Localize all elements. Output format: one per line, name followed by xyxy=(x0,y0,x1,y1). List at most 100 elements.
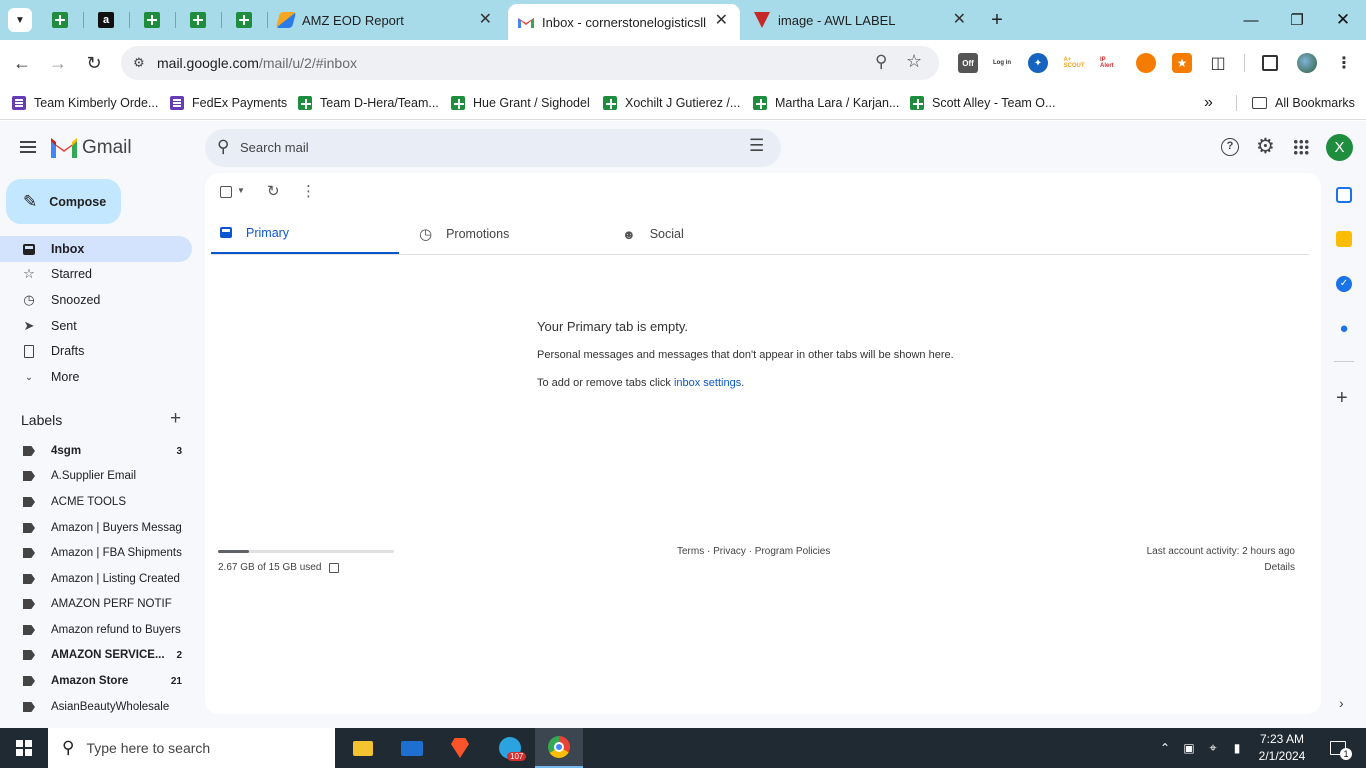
close-icon[interactable]: ✕ xyxy=(953,12,966,28)
browser-tab-amz-eod[interactable]: AMZ EOD Report ✕ xyxy=(275,0,502,40)
extensions-puzzle-icon[interactable]: ◫ xyxy=(1208,53,1228,73)
help-icon[interactable]: ? xyxy=(1221,138,1239,156)
label-item[interactable]: AMAZON PERF NOTIF xyxy=(0,592,192,616)
all-bookmarks-folder[interactable]: All Bookmarks xyxy=(1252,93,1355,113)
chrome-button[interactable] xyxy=(535,728,583,768)
restore-button[interactable]: ❐ xyxy=(1274,0,1320,40)
minimize-button[interactable]: — xyxy=(1228,0,1274,40)
bookmark-item[interactable]: FedEx Payments xyxy=(170,93,287,113)
browser-tab-sheets-4[interactable] xyxy=(236,0,254,40)
label-item[interactable]: Amazon | Listing Created xyxy=(0,567,192,591)
browser-menu-icon[interactable]: ⋮ xyxy=(1334,53,1354,73)
external-link-icon[interactable] xyxy=(329,562,340,573)
browser-tab-sheets-3[interactable] xyxy=(190,0,208,40)
start-button[interactable] xyxy=(0,728,48,768)
side-panel-icon[interactable] xyxy=(1262,55,1278,71)
settings-gear-icon[interactable]: ⚙ xyxy=(1256,134,1275,159)
orange-extension-icon[interactable] xyxy=(1136,53,1156,73)
label-item[interactable]: AMAZON SERVICE... 2 xyxy=(0,643,192,667)
new-tab-button[interactable]: + xyxy=(986,9,1008,31)
log-in-extension-icon[interactable]: Log in xyxy=(992,53,1012,73)
bookmark-star-icon[interactable]: ☆ xyxy=(906,51,922,72)
reload-button[interactable]: ↻ xyxy=(79,48,109,78)
sidebar-item-more[interactable]: ⌄ More xyxy=(0,364,192,390)
address-bar[interactable]: ⚙ mail.google.com/mail/u/2/#inbox ⚲ ☆ xyxy=(121,46,939,80)
keep-icon[interactable] xyxy=(1336,231,1352,247)
taskbar-clock[interactable]: 7:23 AM 2/1/2024 xyxy=(1250,728,1314,768)
sidebar-item-drafts[interactable]: Drafts xyxy=(0,338,192,364)
bookmark-item[interactable]: Martha Lara / Karjan... xyxy=(753,93,899,113)
star-extension-icon[interactable]: ★ xyxy=(1172,53,1192,73)
search-input[interactable]: Search mail xyxy=(240,140,309,155)
ip-alert-extension-icon[interactable]: IP Alert xyxy=(1100,53,1120,73)
taskbar-search-box[interactable]: ⚲ Type here to search xyxy=(48,728,335,768)
mail-app-button[interactable] xyxy=(389,728,435,768)
zoom-icon[interactable]: ⚲ xyxy=(875,52,887,72)
site-info-icon[interactable]: ⚙ xyxy=(133,55,145,71)
tasks-icon[interactable]: ✓ xyxy=(1336,276,1352,292)
label-item[interactable]: Amazon | FBA Shipments xyxy=(0,541,192,565)
sidebar-item-sent[interactable]: ➤ Sent xyxy=(0,313,192,339)
show-hidden-icons-button[interactable]: ⌃ xyxy=(1154,728,1176,768)
google-apps-icon[interactable] xyxy=(1293,139,1309,155)
bookmark-item[interactable]: Xochilt J Gutierez /... xyxy=(603,93,740,113)
label-item[interactable]: Amazon refund to Buyers xyxy=(0,618,192,642)
label-item[interactable]: Amazon Store 21 xyxy=(0,669,192,693)
calendar-icon[interactable] xyxy=(1336,187,1352,203)
create-label-button[interactable]: + xyxy=(170,408,181,430)
off-extension-icon[interactable]: Off xyxy=(958,53,978,73)
browser-tab-gmail-inbox[interactable]: Inbox - cornerstonelogisticsllc2 ✕ xyxy=(508,4,740,40)
browser-tab-sheets-1[interactable] xyxy=(52,0,70,40)
back-button[interactable]: ← xyxy=(7,48,37,78)
details-link[interactable]: Details xyxy=(1264,562,1295,573)
search-options-icon[interactable]: ☰ xyxy=(749,136,764,156)
label-item[interactable]: AsianBeautyWholesale xyxy=(0,695,192,719)
more-options-icon[interactable]: ⋮ xyxy=(301,182,316,200)
empty-state-title: Your Primary tab is empty. xyxy=(537,319,688,334)
sidebar-item-inbox[interactable]: Inbox xyxy=(0,236,192,262)
brave-browser-button[interactable] xyxy=(437,728,483,768)
bookmark-item[interactable]: Team D-Hera/Team... xyxy=(298,93,439,113)
notification-center-button[interactable]: 1 xyxy=(1318,728,1358,768)
browser-tab-sheets-2[interactable] xyxy=(144,0,162,40)
refresh-icon[interactable]: ↻ xyxy=(267,182,280,200)
browser-tab-awl-label[interactable]: image - AWL LABEL ✕ xyxy=(754,0,978,40)
close-icon[interactable]: ✕ xyxy=(479,12,492,28)
compose-button[interactable]: ✎ Compose xyxy=(6,179,121,224)
bookmark-item[interactable]: Scott Alley - Team O... xyxy=(910,93,1055,113)
footer-links[interactable]: Terms · Privacy · Program Policies xyxy=(677,546,830,557)
close-icon[interactable]: ✕ xyxy=(715,13,728,29)
forward-button[interactable]: → xyxy=(43,48,73,78)
select-dropdown-icon[interactable]: ▼ xyxy=(237,186,245,195)
tab-social[interactable]: ☻ Social xyxy=(622,213,810,255)
tab-search-button[interactable]: ▼ xyxy=(8,8,32,32)
contacts-icon[interactable]: ● xyxy=(1336,321,1352,337)
label-item[interactable]: ACME TOOLS xyxy=(0,490,192,514)
browser-tab-amazon[interactable]: a xyxy=(98,0,116,40)
meet-now-icon[interactable]: ▣ xyxy=(1178,728,1200,768)
inbox-settings-link[interactable]: inbox settings xyxy=(674,377,741,389)
telegram-button[interactable]: 107 xyxy=(487,728,533,768)
bookmark-item[interactable]: Hue Grant / Sighodel xyxy=(451,93,590,113)
label-item[interactable]: 4sgm 3 xyxy=(0,439,192,463)
label-item[interactable]: Amazon | Buyers Messag... xyxy=(0,516,192,540)
file-explorer-button[interactable] xyxy=(340,728,386,768)
sidebar-item-snoozed[interactable]: ◷ Snoozed xyxy=(0,287,192,313)
search-bar[interactable]: ⚲ Search mail ☰ xyxy=(205,129,781,167)
get-addons-icon[interactable]: + xyxy=(1336,387,1348,410)
sidebar-item-starred[interactable]: ☆ Starred xyxy=(0,261,192,287)
network-icon[interactable]: ⌖ xyxy=(1202,728,1224,768)
keepa-extension-icon[interactable]: ✦ xyxy=(1028,53,1048,73)
battery-icon[interactable]: ▮ xyxy=(1226,728,1248,768)
label-item[interactable]: A.Supplier Email xyxy=(0,464,192,488)
tab-promotions[interactable]: ◷ Promotions xyxy=(419,213,607,255)
ascout-extension-icon[interactable]: A+ SCOUT xyxy=(1064,53,1085,73)
search-icon[interactable]: ⚲ xyxy=(217,137,229,157)
bookmark-item[interactable]: Team Kimberly Orde... xyxy=(12,93,158,113)
chevron-right-icon[interactable]: › xyxy=(1339,695,1344,711)
close-window-button[interactable]: ✕ xyxy=(1320,0,1366,40)
more-bookmarks-button[interactable]: » xyxy=(1204,93,1213,113)
profile-avatar-icon[interactable] xyxy=(1297,53,1317,73)
tab-primary[interactable]: Primary xyxy=(211,213,399,255)
select-all-checkbox[interactable] xyxy=(220,186,232,198)
